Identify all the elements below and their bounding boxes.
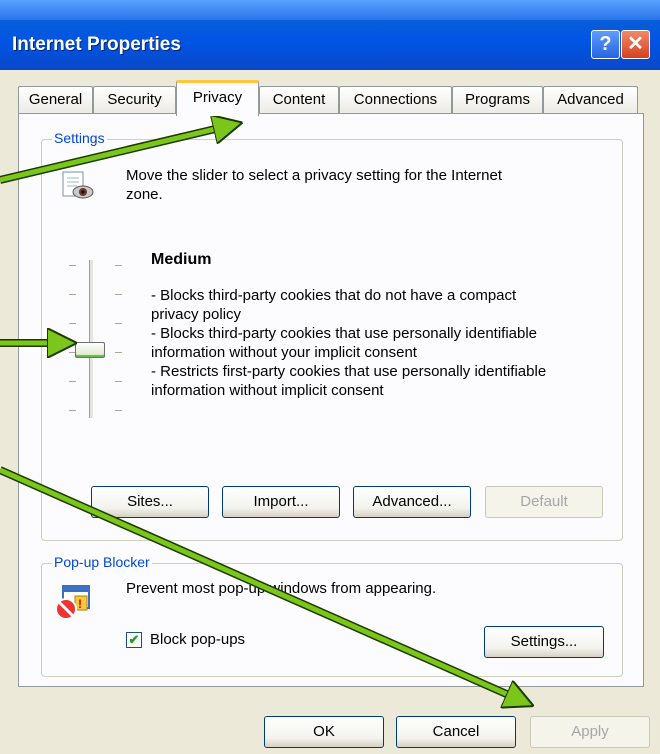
slider-tick	[115, 265, 122, 266]
block-popups-checkbox[interactable]: ✔	[126, 632, 142, 648]
privacy-description-line-3: - Blocks third-party cookies that use pe…	[151, 325, 538, 342]
privacy-level-title: Medium	[151, 251, 212, 268]
help-button[interactable]: ?	[591, 30, 620, 59]
slider-tick	[69, 381, 76, 382]
cancel-button[interactable]: Cancel	[396, 716, 516, 748]
close-button[interactable]: ✕	[621, 30, 650, 59]
popup-description: Prevent most pop-up windows from appeari…	[126, 580, 437, 597]
settings-group-label: Settings	[52, 130, 107, 146]
settings-intro-line-1: Move the slider to select a privacy sett…	[126, 167, 503, 184]
slider-tick	[69, 410, 76, 411]
popup-settings-button[interactable]: Settings...	[484, 626, 604, 658]
tab-programs[interactable]: Programs	[452, 86, 543, 113]
privacy-description-line-2: privacy policy	[151, 306, 242, 323]
privacy-panel: Settings Move the slider to select a pri…	[18, 113, 644, 687]
popup-blocker-icon: !	[53, 582, 93, 622]
privacy-slider-track[interactable]	[89, 260, 94, 418]
svg-text:!: !	[78, 597, 82, 611]
slider-tick	[115, 323, 122, 324]
import-button[interactable]: Import...	[222, 486, 340, 518]
privacy-description-line-5: - Restricts first-party cookies that use…	[151, 363, 547, 380]
privacy-description-line-4: information without your implicit consen…	[151, 344, 417, 361]
slider-tick	[69, 323, 76, 324]
title-bar-top-strip	[0, 0, 660, 20]
slider-tick	[69, 294, 76, 295]
slider-tick	[69, 265, 76, 266]
slider-tick	[115, 381, 122, 382]
title-bar: Internet Properties ? ✕	[0, 0, 660, 70]
tab-security[interactable]: Security	[93, 86, 176, 113]
ok-button[interactable]: OK	[264, 716, 384, 748]
sites-button[interactable]: Sites...	[91, 486, 209, 518]
settings-intro-line-2: zone.	[126, 186, 163, 203]
privacy-slider-thumb[interactable]	[75, 342, 105, 358]
internet-properties-window: Internet Properties ? ✕ General Security…	[0, 0, 660, 754]
tab-content[interactable]: Content	[259, 86, 339, 113]
privacy-description-line-1: - Blocks third-party cookies that do not…	[151, 287, 517, 304]
privacy-description-line-6: information without implicit consent	[151, 382, 384, 399]
default-button: Default	[485, 486, 603, 518]
advanced-button[interactable]: Advanced...	[353, 486, 471, 518]
slider-tick	[115, 294, 122, 295]
block-popups-label[interactable]: Block pop-ups	[150, 630, 245, 649]
window-title: Internet Properties	[12, 34, 181, 55]
slider-tick	[115, 410, 122, 411]
slider-tick	[115, 352, 122, 353]
popup-blocker-group-label: Pop-up Blocker	[52, 554, 152, 570]
tab-connections[interactable]: Connections	[339, 86, 452, 113]
privacy-eye-icon	[59, 166, 95, 202]
tab-privacy[interactable]: Privacy	[176, 80, 259, 116]
tab-general[interactable]: General	[18, 86, 93, 113]
apply-button: Apply	[530, 716, 650, 748]
tab-advanced[interactable]: Advanced	[543, 86, 638, 113]
